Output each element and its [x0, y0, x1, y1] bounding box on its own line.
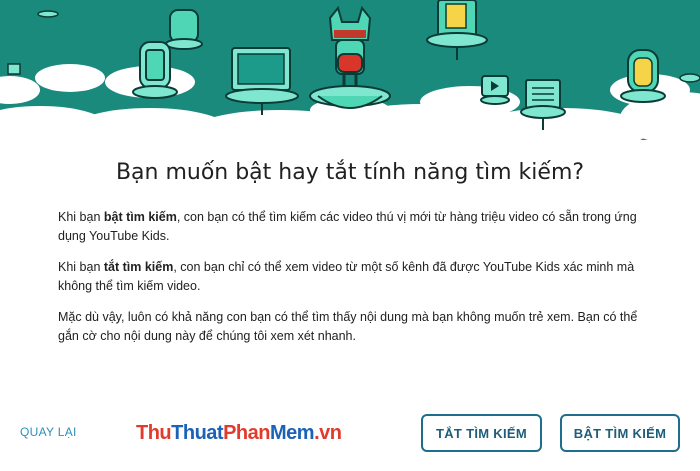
floating-video-box [480, 75, 510, 105]
para2-bold: tắt tìm kiếm [103, 260, 174, 274]
para1-prefix: Khi bạn [58, 210, 104, 224]
dialog-title: Bạn muốn bật hay tắt tính năng tìm kiếm? [115, 160, 585, 185]
dialog-body: Khi bạn bật tìm kiếm, con bạn có thể tìm… [58, 208, 648, 358]
floating-house-left [165, 9, 203, 50]
watermark-part1: Thu [136, 422, 172, 444]
hero-illustration [0, 0, 700, 140]
paragraph-search-on: Khi bạn bật tìm kiếm, con bạn có thể tìm… [58, 208, 648, 246]
watermark-part4: Mem [270, 422, 315, 444]
watermark-logo: ThuThuatPhanMem.vn [136, 422, 342, 445]
watermark-part5: .vn [314, 422, 342, 444]
floating-door [132, 41, 178, 99]
paragraph-flag-content: Mặc dù vậy, luôn có khả năng con bạn có … [58, 310, 638, 343]
watermark-part2: Thuat [171, 422, 224, 444]
turn-on-search-button[interactable]: BẬT TÌM KIẾM [560, 414, 680, 452]
watermark-part3: Phan [223, 422, 270, 444]
back-link[interactable]: QUAY LẠI [20, 425, 77, 439]
hero-scene [0, 0, 700, 140]
para2-prefix: Khi bạn [58, 260, 104, 274]
para1-bold: bật tìm kiếm [103, 210, 177, 224]
turn-off-search-button[interactable]: TẮT TÌM KIẾM [421, 414, 542, 452]
paragraph-search-off: Khi bạn tắt tìm kiếm, con bạn chỉ có thể… [58, 258, 648, 296]
